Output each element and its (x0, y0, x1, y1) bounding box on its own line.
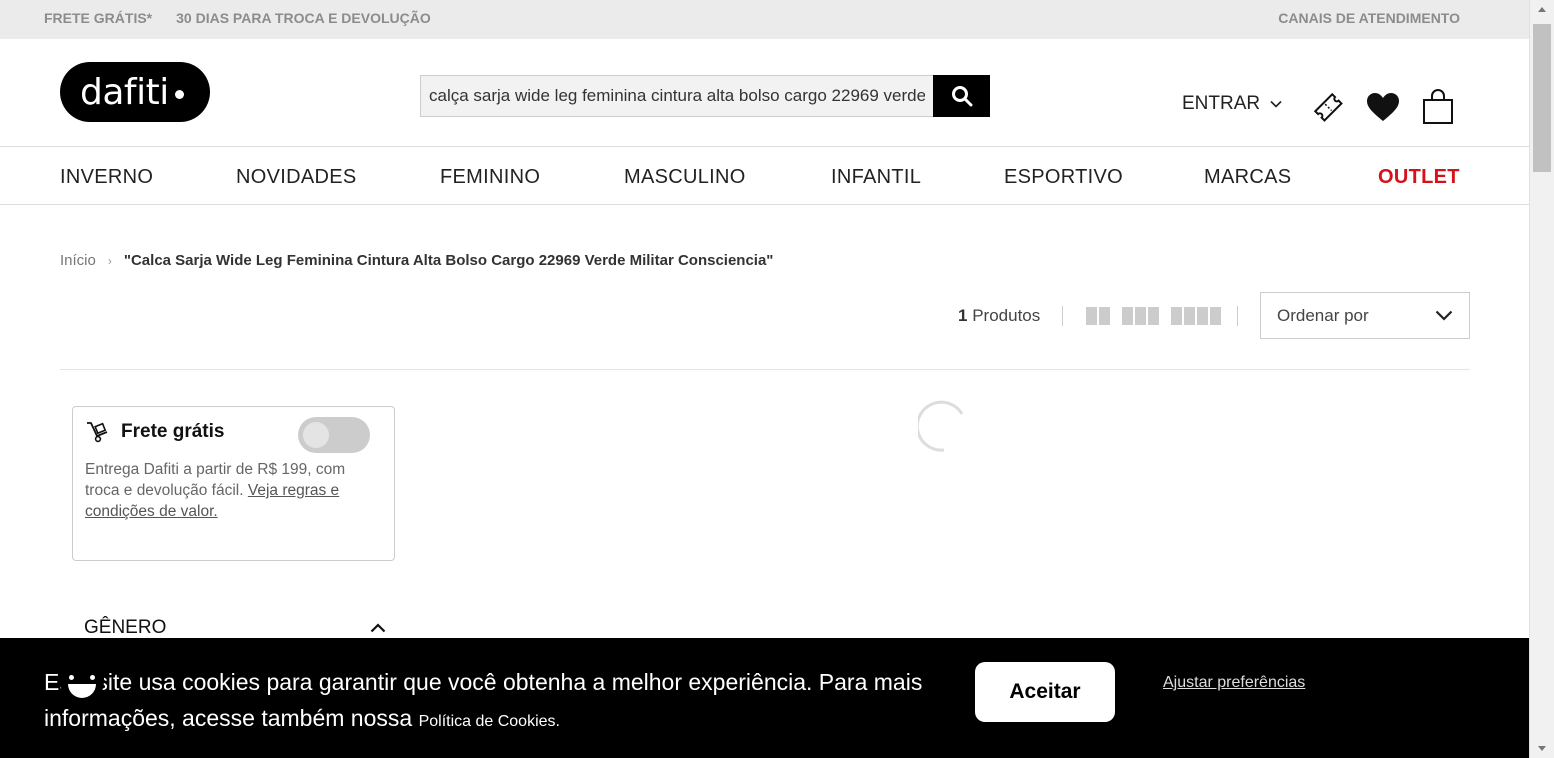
chevron-up-icon (370, 623, 386, 633)
support-channels-link[interactable]: CANAIS DE ATENDIMENTO (1278, 10, 1460, 26)
logo-text: dafiti (80, 71, 169, 113)
scroll-up-arrow-icon[interactable] (1538, 7, 1546, 12)
heart-icon[interactable] (1366, 92, 1400, 122)
logo-dot (174, 89, 184, 99)
content-divider (60, 369, 1470, 370)
breadcrumb-current: "Calca Sarja Wide Leg Feminina Cintura A… (123, 252, 774, 269)
coupon-icon[interactable] (1311, 90, 1345, 124)
nav-item-feminino[interactable]: FEMININO (440, 166, 540, 189)
returns-notice[interactable]: 30 DIAS PARA TROCA E DEVOLUÇÃO (176, 10, 431, 26)
cookie-policy-link[interactable]: Política de Cookies. (419, 713, 560, 730)
bag-icon[interactable] (1422, 89, 1454, 125)
dafiti-logo[interactable]: dafiti (60, 62, 210, 122)
nav-item-outlet[interactable]: OUTLET (1378, 166, 1460, 189)
breadcrumb: Início › "Calca Sarja Wide Leg Feminina … (60, 252, 773, 269)
free-shipping-notice[interactable]: FRETE GRÁTIS* (44, 10, 152, 26)
cookie-preferences-link[interactable]: Ajustar preferências (1163, 674, 1305, 692)
scroll-down-arrow-icon[interactable] (1538, 746, 1546, 751)
grid-view-toggles (1086, 307, 1221, 325)
main-navigation: INVERNO NOVIDADES FEMININO MASCULINO INF… (0, 147, 1529, 205)
nav-item-marcas[interactable]: MARCAS (1204, 166, 1291, 189)
free-shipping-filter-card: Frete grátis Entrega Dafiti a partir de … (72, 406, 395, 561)
search-bar (420, 75, 990, 117)
search-input[interactable] (420, 75, 933, 117)
results-count-number: 1 (958, 306, 968, 325)
loading-spinner-icon (918, 400, 964, 452)
toolbar-divider (1062, 306, 1063, 326)
login-label: ENTRAR (1182, 93, 1261, 114)
toggle-knob (303, 422, 329, 448)
smiley-eye (90, 675, 95, 680)
delivery-cart-icon (87, 422, 108, 443)
accept-cookies-button[interactable]: Aceitar (975, 662, 1115, 722)
breadcrumb-separator: › (107, 253, 112, 268)
gender-filter-header[interactable]: GÊNERO (84, 617, 386, 639)
login-dropdown[interactable]: ENTRAR (1182, 93, 1282, 115)
grid-2-columns-icon[interactable] (1086, 307, 1110, 325)
free-shipping-title: Frete grátis (121, 421, 225, 442)
nav-item-esportivo[interactable]: ESPORTIVO (1004, 166, 1123, 189)
sort-dropdown[interactable]: Ordenar por (1260, 292, 1470, 339)
toolbar-divider (1237, 306, 1238, 326)
site-header: dafiti ENTRAR (0, 39, 1529, 147)
nav-item-inverno[interactable]: INVERNO (60, 166, 153, 189)
smiley-eye (69, 675, 74, 680)
chevron-down-icon (1435, 310, 1453, 321)
cookie-consent-banner: Este site usa cookies para garantir que … (0, 638, 1529, 758)
free-shipping-toggle[interactable] (298, 417, 370, 453)
nav-item-masculino[interactable]: MASCULINO (624, 166, 746, 189)
nav-item-novidades[interactable]: NOVIDADES (236, 166, 357, 189)
grid-3-columns-icon[interactable] (1122, 307, 1159, 325)
free-shipping-description: Entrega Dafiti a partir de R$ 199, com t… (85, 459, 382, 522)
chevron-down-icon (1270, 100, 1282, 108)
search-icon (951, 86, 972, 107)
top-info-bar: FRETE GRÁTIS* 30 DIAS PARA TROCA E DEVOL… (0, 0, 1529, 39)
scrollbar-thumb[interactable] (1533, 24, 1551, 172)
cookie-message: Este site usa cookies para garantir que … (44, 664, 944, 740)
grid-4-columns-icon[interactable] (1171, 307, 1221, 325)
results-count: 1 Produtos (958, 306, 1040, 326)
results-count-label: Produtos (972, 306, 1041, 325)
page-scrollbar[interactable] (1529, 0, 1554, 758)
sort-label: Ordenar por (1277, 305, 1369, 325)
gender-filter-title: GÊNERO (84, 617, 167, 638)
breadcrumb-home-link[interactable]: Início (60, 252, 96, 269)
nav-item-infantil[interactable]: INFANTIL (831, 166, 921, 189)
search-button[interactable] (933, 75, 990, 117)
smiley-mouth (68, 684, 96, 698)
